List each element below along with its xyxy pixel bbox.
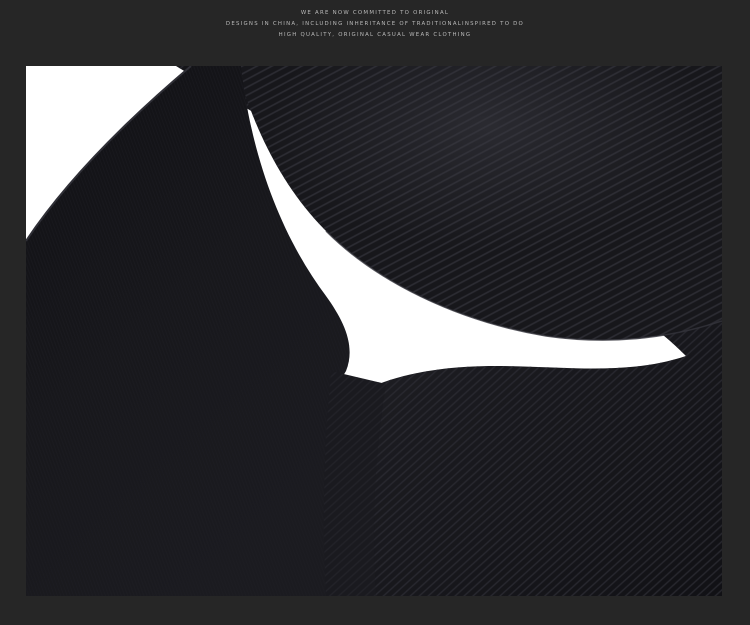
tagline-line-2: DESIGNS IN CHINA, INCLUDING INHERITANCE …: [225, 21, 525, 27]
product-photo: [26, 66, 722, 596]
tagline-line-3: HIGH QUALITY, ORIGINAL CASUAL WEAR CLOTH…: [278, 32, 472, 38]
tagline-line-1: WE ARE NOW COMMITTED TO ORIGINAL: [300, 10, 450, 16]
fabric-closeup-image: [26, 66, 722, 596]
brand-tagline: WE ARE NOW COMMITTED TO ORIGINAL DESIGNS…: [0, 8, 750, 41]
